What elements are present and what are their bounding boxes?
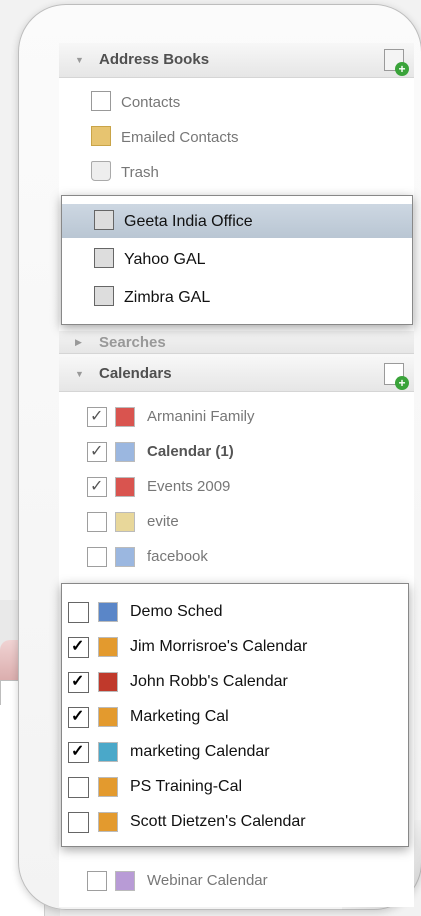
address-book-icon bbox=[91, 91, 111, 111]
calendar-icon bbox=[115, 871, 135, 891]
calendar-item-events-2009[interactable]: Events 2009 bbox=[59, 469, 414, 503]
gal-item-label: Geeta India Office bbox=[124, 213, 253, 230]
searches-title: Searches bbox=[99, 334, 166, 351]
gal-item-label: Yahoo GAL bbox=[124, 251, 206, 268]
calendar-checkbox[interactable] bbox=[87, 476, 107, 497]
shared-address-book-icon bbox=[94, 248, 114, 268]
shared-calendar-john-robb[interactable]: John Robb's Calendar bbox=[62, 664, 408, 698]
calendar-label: Marketing Cal bbox=[130, 708, 229, 725]
calendar-checkbox[interactable] bbox=[68, 706, 89, 728]
calendar-item-armanini-family[interactable]: Armanini Family bbox=[59, 399, 414, 433]
shared-calendar-ps-training-cal[interactable]: PS Training-Cal bbox=[62, 769, 408, 803]
gal-item-yahoo-gal[interactable]: Yahoo GAL bbox=[62, 242, 412, 276]
shared-address-book-icon bbox=[94, 210, 114, 230]
gal-item-zimbra-gal[interactable]: Zimbra GAL bbox=[62, 280, 412, 314]
shared-calendar-marketing-calendar[interactable]: marketing Calendar bbox=[62, 734, 408, 768]
calendar-label: Scott Dietzen's Calendar bbox=[130, 813, 306, 830]
calendar-label: John Robb's Calendar bbox=[130, 673, 288, 690]
calendars-header[interactable]: ▼ Calendars + bbox=[59, 357, 414, 392]
calendar-label: Events 2009 bbox=[147, 478, 231, 495]
gal-address-book-card: Geeta India Office Yahoo GAL Zimbra GAL bbox=[61, 195, 413, 325]
searches-header[interactable]: ▶ Searches bbox=[59, 331, 414, 354]
shared-calendar-icon bbox=[98, 742, 118, 762]
calendar-label: PS Training-Cal bbox=[130, 778, 243, 795]
calendar-checkbox[interactable] bbox=[87, 512, 107, 532]
calendar-label: Demo Sched bbox=[130, 603, 223, 620]
calendar-checkbox[interactable] bbox=[68, 741, 89, 763]
address-books-header[interactable]: ▼ Address Books + bbox=[59, 43, 414, 78]
calendar-checkbox[interactable] bbox=[68, 812, 89, 833]
calendar-checkbox[interactable] bbox=[87, 547, 107, 567]
calendar-icon bbox=[115, 477, 135, 497]
calendar-icon bbox=[115, 442, 135, 462]
shared-calendar-icon bbox=[98, 707, 118, 727]
shared-calendar-icon bbox=[98, 777, 118, 797]
calendar-item-calendar[interactable]: Calendar (1) bbox=[59, 434, 414, 468]
calendar-checkbox[interactable] bbox=[68, 602, 89, 623]
overview-panel: ▼ Address Books + Contacts Emailed Conta… bbox=[18, 4, 421, 910]
calendar-icon bbox=[115, 512, 135, 532]
calendar-checkbox[interactable] bbox=[68, 671, 89, 693]
trash-icon bbox=[91, 161, 111, 181]
calendar-label: Armanini Family bbox=[147, 408, 255, 425]
address-book-contacts[interactable]: Contacts bbox=[59, 85, 414, 119]
new-address-book-icon[interactable]: + bbox=[384, 49, 409, 76]
shared-calendar-icon bbox=[98, 602, 118, 622]
calendar-item-webinar-calendar[interactable]: Webinar Calendar bbox=[59, 863, 414, 897]
expand-triangle-icon[interactable]: ▶ bbox=[75, 337, 82, 348]
calendar-checkbox[interactable] bbox=[68, 777, 89, 798]
calendar-checkbox[interactable] bbox=[87, 406, 107, 427]
calendar-item-evite[interactable]: evite bbox=[59, 504, 414, 538]
calendar-label: marketing Calendar bbox=[130, 743, 270, 760]
address-books-title: Address Books bbox=[99, 51, 210, 68]
address-book-label: Emailed Contacts bbox=[121, 129, 239, 146]
calendar-checkbox[interactable] bbox=[87, 441, 107, 462]
shared-address-book-icon bbox=[94, 286, 114, 306]
shared-calendars-card: Demo Sched Jim Morrisroe's Calendar John… bbox=[61, 583, 409, 847]
new-calendar-icon[interactable]: + bbox=[384, 363, 409, 390]
gal-item-geeta-india-office[interactable]: Geeta India Office bbox=[62, 204, 412, 238]
calendar-label: Webinar Calendar bbox=[147, 872, 268, 889]
shared-calendar-marketing-cal[interactable]: Marketing Cal bbox=[62, 699, 408, 733]
calendar-label: Jim Morrisroe's Calendar bbox=[130, 638, 308, 655]
shared-calendar-icon bbox=[98, 812, 118, 832]
calendar-icon bbox=[115, 407, 135, 427]
address-book-label: Contacts bbox=[121, 94, 181, 111]
collapse-triangle-icon[interactable]: ▼ bbox=[75, 369, 84, 379]
calendar-icon bbox=[115, 547, 135, 567]
calendar-checkbox[interactable] bbox=[87, 871, 107, 891]
address-book-trash[interactable]: Trash bbox=[59, 155, 414, 189]
address-book-label: Trash bbox=[121, 164, 159, 181]
calendar-label: facebook bbox=[147, 548, 208, 565]
collapse-triangle-icon[interactable]: ▼ bbox=[75, 55, 84, 65]
gal-item-label: Zimbra GAL bbox=[124, 289, 211, 306]
calendars-title: Calendars bbox=[99, 365, 172, 382]
shared-calendar-icon bbox=[98, 637, 118, 657]
shared-calendar-demo-sched[interactable]: Demo Sched bbox=[62, 594, 408, 628]
calendar-label: evite bbox=[147, 513, 179, 530]
calendar-checkbox[interactable] bbox=[68, 636, 89, 658]
calendar-label: Calendar (1) bbox=[147, 443, 234, 460]
emailed-contacts-icon bbox=[91, 126, 111, 146]
calendar-item-facebook[interactable]: facebook bbox=[59, 539, 414, 573]
shared-calendar-scott-dietzen[interactable]: Scott Dietzen's Calendar bbox=[62, 804, 408, 838]
shared-calendar-icon bbox=[98, 672, 118, 692]
shared-calendar-jim-morrisroe[interactable]: Jim Morrisroe's Calendar bbox=[62, 629, 408, 663]
address-book-emailed-contacts[interactable]: Emailed Contacts bbox=[59, 120, 414, 154]
